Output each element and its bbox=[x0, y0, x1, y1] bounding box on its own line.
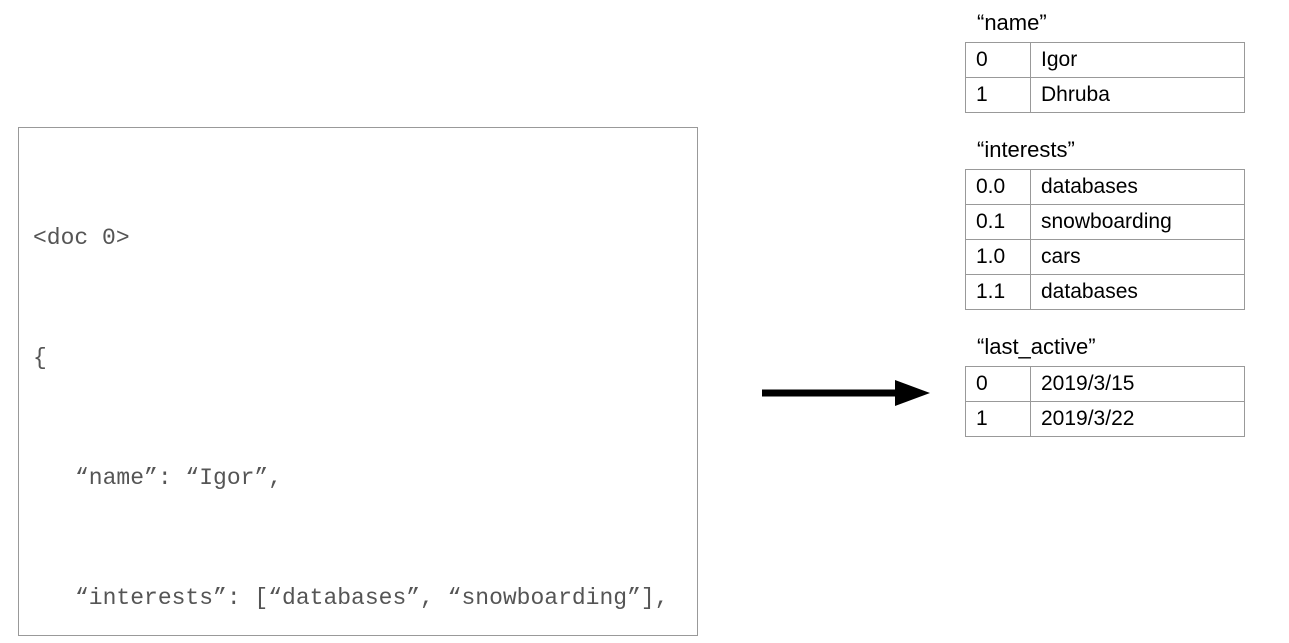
table-row: 0 Igor bbox=[966, 43, 1245, 78]
cell-value: Dhruba bbox=[1031, 78, 1245, 113]
table-row: 0.0 databases bbox=[966, 170, 1245, 205]
cell-index: 1 bbox=[966, 402, 1031, 437]
code-line: “name”: “Igor”, bbox=[33, 458, 683, 498]
cell-value: snowboarding bbox=[1031, 205, 1245, 240]
table-last-active: 0 2019/3/15 1 2019/3/22 bbox=[965, 366, 1245, 437]
cell-value: Igor bbox=[1031, 43, 1245, 78]
table-name: 0 Igor 1 Dhruba bbox=[965, 42, 1245, 113]
cell-index: 1 bbox=[966, 78, 1031, 113]
table-row: 1 2019/3/22 bbox=[966, 402, 1245, 437]
table-row: 0 2019/3/15 bbox=[966, 367, 1245, 402]
code-line: { bbox=[33, 338, 683, 378]
table-row: 0.1 snowboarding bbox=[966, 205, 1245, 240]
cell-index: 0.0 bbox=[966, 170, 1031, 205]
table-row: 1 Dhruba bbox=[966, 78, 1245, 113]
cell-index: 0 bbox=[966, 367, 1031, 402]
cell-value: databases bbox=[1031, 170, 1245, 205]
cell-index: 0.1 bbox=[966, 205, 1031, 240]
table-row: 1.0 cars bbox=[966, 240, 1245, 275]
table-row: 1.1 databases bbox=[966, 275, 1245, 310]
table-title-last-active: “last_active” bbox=[977, 334, 1265, 360]
cell-index: 1.0 bbox=[966, 240, 1031, 275]
column-store-panel: “name” 0 Igor 1 Dhruba “interests” 0.0 d… bbox=[965, 10, 1265, 461]
cell-value: databases bbox=[1031, 275, 1245, 310]
cell-value: cars bbox=[1031, 240, 1245, 275]
table-title-interests: “interests” bbox=[977, 137, 1265, 163]
source-documents-code: <doc 0> { “name”: “Igor”, “interests”: [… bbox=[18, 127, 698, 636]
cell-value: 2019/3/22 bbox=[1031, 402, 1245, 437]
table-interests: 0.0 databases 0.1 snowboarding 1.0 cars … bbox=[965, 169, 1245, 310]
cell-index: 0 bbox=[966, 43, 1031, 78]
cell-value: 2019/3/15 bbox=[1031, 367, 1245, 402]
code-line: <doc 0> bbox=[33, 218, 683, 258]
arrow-right-icon bbox=[760, 378, 930, 413]
table-title-name: “name” bbox=[977, 10, 1265, 36]
cell-index: 1.1 bbox=[966, 275, 1031, 310]
code-line: “interests”: [“databases”, “snowboarding… bbox=[33, 578, 683, 618]
